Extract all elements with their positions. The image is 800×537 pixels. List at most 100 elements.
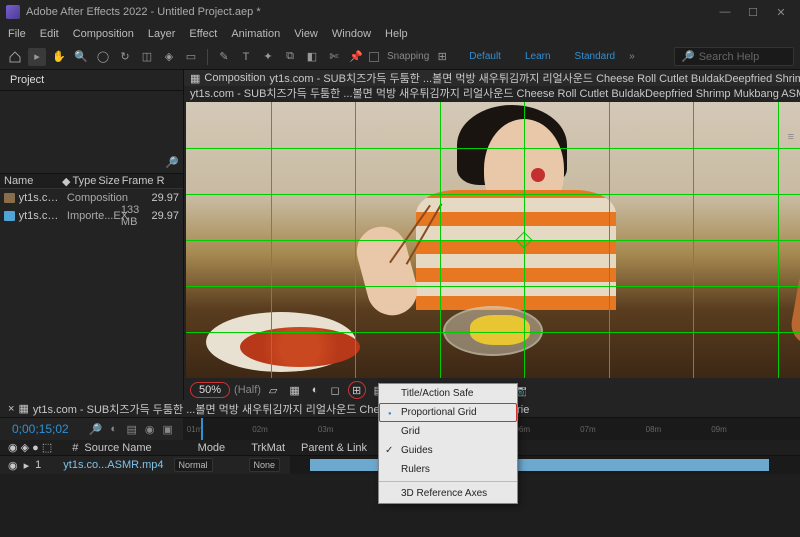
menu-proportional-grid[interactable]: Proportional Grid <box>379 403 517 422</box>
col-size[interactable]: Size <box>98 175 119 187</box>
puppet-tool-icon[interactable]: 📌 <box>347 48 365 66</box>
project-columns: Name ◆ Type Size Frame R <box>0 173 183 189</box>
ruler-tick: 01m <box>187 425 203 434</box>
menu-window[interactable]: Window <box>332 28 371 40</box>
pen-tool-icon[interactable]: ✎ <box>215 48 233 66</box>
menu-view[interactable]: View <box>294 28 318 40</box>
orbit-tool-icon[interactable]: ◯ <box>94 48 112 66</box>
brush-tool-icon[interactable]: ✦ <box>259 48 277 66</box>
comp-tab-name: yt1s.com - SUB치즈가득 두툼한 ...볼면 먹방 새우튀김까지 리… <box>270 70 800 86</box>
menu-3d-reference-axes[interactable]: 3D Reference Axes <box>379 484 517 503</box>
workspace-learn[interactable]: Learn <box>519 49 557 64</box>
clone-tool-icon[interactable]: ⧉ <box>281 48 299 66</box>
mask-icon[interactable]: ◐ <box>308 384 323 396</box>
menu-help[interactable]: Help <box>385 28 408 40</box>
layout-icon: ▦ <box>190 72 200 85</box>
col-source[interactable]: Source Name <box>84 442 151 454</box>
menu-layer[interactable]: Layer <box>148 28 176 40</box>
viewer-icon[interactable]: ▱ <box>265 384 281 397</box>
shape-tool-icon[interactable]: ▭ <box>182 48 200 66</box>
menu-file[interactable]: File <box>8 28 26 40</box>
layer-parent-dropdown[interactable]: None <box>249 458 281 472</box>
col-trkmat[interactable]: TrkMat <box>251 442 285 454</box>
close-button[interactable]: ✕ <box>768 4 794 20</box>
project-panel-tab[interactable]: Project <box>0 70 183 91</box>
playhead[interactable] <box>201 418 203 440</box>
timeline-lock-icon[interactable]: ▦ <box>18 402 28 415</box>
current-timecode[interactable]: 0;00;15;02 <box>0 422 81 436</box>
project-item-type: Composition <box>67 192 117 204</box>
resolution-display[interactable]: (Half) <box>234 384 261 396</box>
menu-composition[interactable]: Composition <box>73 28 134 40</box>
eraser-tool-icon[interactable]: ◧ <box>303 48 321 66</box>
minimize-button[interactable]: — <box>712 4 738 20</box>
selection-tool-icon[interactable]: ▸ <box>28 48 46 66</box>
menu-separator <box>379 481 517 482</box>
comp-tab-prefix: Composition <box>204 72 265 84</box>
ruler-tick: 09m <box>711 425 727 434</box>
timeline-blur-icon[interactable]: ◉ <box>143 422 157 436</box>
col-name[interactable]: Name <box>4 175 60 187</box>
footage-icon <box>4 211 15 221</box>
composition-breadcrumb[interactable]: yt1s.com - SUB치즈가득 두툼한 ...볼면 먹방 새우튀김까지 리… <box>184 86 800 100</box>
app-logo <box>6 5 20 19</box>
timeline-graph-icon[interactable]: ▤ <box>125 422 139 436</box>
search-placeholder: Search Help <box>699 51 760 63</box>
project-item-type: Importe...EX <box>67 210 117 222</box>
layer-number: 1 <box>35 459 41 471</box>
transparency-icon[interactable]: ▦ <box>285 384 303 397</box>
maximize-button[interactable]: ☐ <box>740 4 766 20</box>
menu-edit[interactable]: Edit <box>40 28 59 40</box>
menu-grid[interactable]: Grid <box>379 422 517 441</box>
project-item[interactable]: yt1s.co..R.mp4 Importe...EX 133 MB 29.97 <box>0 207 183 225</box>
snapping-label: Snapping <box>387 51 429 62</box>
timeline-shot-icon[interactable]: ◐ <box>107 422 121 436</box>
timeline-close-icon[interactable]: × <box>8 403 14 415</box>
menu-rulers[interactable]: Rulers <box>379 460 517 479</box>
snapping-icon[interactable]: ⊞ <box>433 48 451 66</box>
workspace-standard[interactable]: Standard <box>569 49 622 64</box>
preview-content <box>186 102 800 378</box>
workspace-default[interactable]: Default <box>463 49 507 64</box>
timeline-track[interactable] <box>290 456 800 474</box>
camera-tool-icon[interactable]: ◫ <box>138 48 156 66</box>
text-tool-icon[interactable]: T <box>237 48 255 66</box>
menu-animation[interactable]: Animation <box>231 28 280 40</box>
anchor-tool-icon[interactable]: ◈ <box>160 48 178 66</box>
col-framerate[interactable]: Frame R <box>122 175 165 187</box>
col-type[interactable]: Type <box>72 175 96 187</box>
ruler-tick: 07m <box>580 425 596 434</box>
col-parent[interactable]: Parent & Link <box>301 442 367 454</box>
panel-menu-icon[interactable]: ≡ <box>788 131 794 143</box>
layer-name: yt1s.co...ASMR.mp4 <box>63 459 163 471</box>
rotate-tool-icon[interactable]: ↻ <box>116 48 134 66</box>
timeline-search-icon[interactable]: 🔎 <box>89 422 103 436</box>
composition-viewer[interactable] <box>186 102 800 378</box>
search-help[interactable]: 🔎 Search Help <box>674 47 794 66</box>
home-icon[interactable] <box>6 48 24 66</box>
layer-mode-dropdown[interactable]: Normal <box>174 458 213 472</box>
timeline-layer-icon[interactable]: ▣ <box>161 422 175 436</box>
project-item[interactable]: yt1s.co..ASMR Composition 29.97 <box>0 189 183 207</box>
roto-tool-icon[interactable]: ✄ <box>325 48 343 66</box>
workspace-more[interactable]: » <box>629 51 635 62</box>
project-search-icon[interactable]: 🔎 <box>165 155 179 169</box>
layer-visibility-icon[interactable]: ◉ <box>8 459 18 472</box>
composition-icon <box>4 193 15 203</box>
zoom-level[interactable]: 50% <box>190 382 230 398</box>
grid-options-button[interactable]: ⊞ <box>348 381 366 399</box>
footage-icon <box>47 461 57 469</box>
menu-guides[interactable]: Guides <box>379 441 517 460</box>
grid-options-menu: Title/Action Safe Proportional Grid Grid… <box>378 383 518 504</box>
composition-tab[interactable]: ▦ Composition yt1s.com - SUB치즈가득 두툼한 ...… <box>184 70 800 86</box>
ruler-tick: 08m <box>646 425 662 434</box>
menu-title-action-safe[interactable]: Title/Action Safe <box>379 384 517 403</box>
menu-bar: File Edit Composition Layer Effect Anima… <box>0 24 800 44</box>
col-mode[interactable]: Mode <box>198 442 226 454</box>
hand-tool-icon[interactable]: ✋ <box>50 48 68 66</box>
region-icon[interactable]: ◻ <box>326 384 343 397</box>
snapping-checkbox[interactable] <box>369 52 379 62</box>
layer-twirl-icon[interactable]: ▸ <box>24 459 30 472</box>
menu-effect[interactable]: Effect <box>189 28 217 40</box>
zoom-tool-icon[interactable]: 🔍 <box>72 48 90 66</box>
